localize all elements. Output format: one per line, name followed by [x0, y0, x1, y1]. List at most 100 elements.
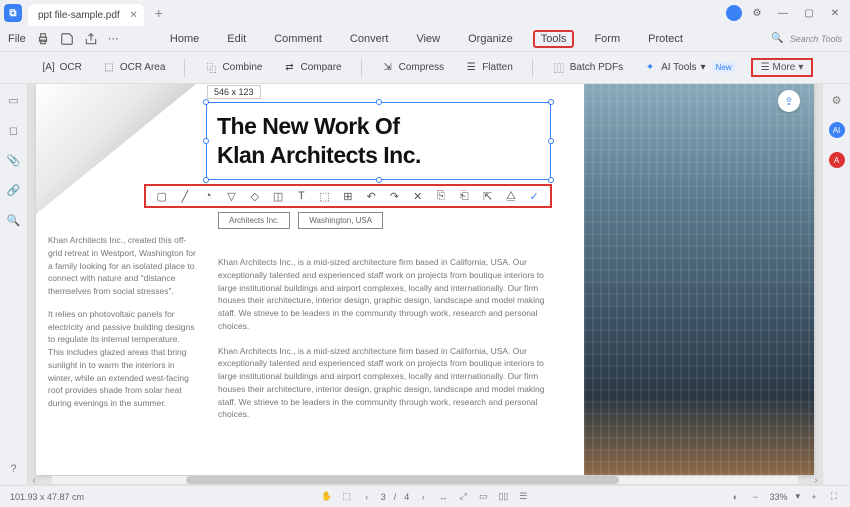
new-tab-button[interactable]: +: [150, 4, 168, 22]
select-tool-icon[interactable]: ⬚: [341, 491, 353, 503]
clip-icon[interactable]: 📎: [6, 152, 22, 168]
two-page-icon[interactable]: ▯▯: [497, 491, 509, 503]
scroll-left-icon[interactable]: ‹: [28, 475, 40, 486]
add-icon[interactable]: ⊞: [341, 189, 355, 203]
body-paragraph: Khan Architects Inc., is a mid-sized arc…: [218, 256, 548, 333]
share-floating-icon[interactable]: ⇪: [778, 90, 800, 112]
resize-handle-e[interactable]: [548, 138, 554, 144]
line-icon[interactable]: ╱: [178, 189, 192, 203]
resize-handle-w[interactable]: [203, 138, 209, 144]
continuous-icon[interactable]: ☰: [517, 491, 529, 503]
compress-button[interactable]: ⇲Compress: [376, 58, 450, 78]
menu-convert[interactable]: Convert: [342, 30, 397, 48]
print-icon[interactable]: [36, 32, 50, 46]
text-icon[interactable]: T: [294, 189, 308, 203]
delete-icon[interactable]: ✕: [411, 189, 425, 203]
selection-edit-toolbar: ▢ ╱ ◔ ▽ ◇ ◫ T ⬚ ⊞ ↶ ↷ ✕ ⎘ ⎗ ⇱ ⧋ ✓: [144, 184, 552, 208]
fullscreen-icon[interactable]: ⛶: [828, 491, 840, 503]
compare-icon: ⇄: [282, 61, 296, 75]
ocr-button[interactable]: [A]OCR: [37, 58, 87, 78]
more-options-icon[interactable]: ⋯: [108, 32, 122, 46]
confirm-icon[interactable]: ✓: [527, 189, 541, 203]
menu-edit[interactable]: Edit: [219, 30, 254, 48]
image-icon[interactable]: ⬚: [318, 189, 332, 203]
resize-handle-s[interactable]: [376, 177, 382, 183]
menu-tools[interactable]: Tools: [533, 30, 575, 48]
page-current[interactable]: 3: [381, 492, 386, 502]
workspace: ▭ ◻ 📎 🔗 🔍 ? ⇪ The New Work Of Klan Archi…: [0, 84, 850, 485]
diamond-icon[interactable]: ◇: [248, 189, 262, 203]
hand-tool-icon[interactable]: ✋: [321, 491, 333, 503]
fit-page-icon[interactable]: ⤢: [457, 491, 469, 503]
pin-icon[interactable]: ⧋: [504, 189, 518, 203]
help-icon[interactable]: ?: [6, 461, 22, 477]
ai-panel-icon[interactable]: AI: [829, 122, 845, 138]
compare-button[interactable]: ⇄Compare: [277, 58, 346, 78]
attachments-icon[interactable]: 🔗: [6, 182, 22, 198]
document-tab[interactable]: ppt file-sample.pdf ✕: [28, 4, 144, 26]
copy-icon[interactable]: ⎘: [434, 189, 448, 203]
search-panel-icon[interactable]: 🔍: [6, 212, 22, 228]
rectangle-icon[interactable]: ▢: [155, 189, 169, 203]
callout-icon[interactable]: ▽: [224, 189, 238, 203]
search-icon[interactable]: 🔍: [771, 33, 783, 44]
chevron-down-icon: ▾: [701, 62, 706, 73]
pdf-page: ⇪ The New Work Of Klan Architects Inc. ▢…: [36, 84, 814, 475]
ai-chat-icon[interactable]: A: [829, 152, 845, 168]
chevron-down-icon[interactable]: ▾: [795, 491, 800, 502]
settings-icon[interactable]: ⚙: [746, 2, 768, 24]
combine-button[interactable]: ⿻Combine: [199, 58, 267, 78]
single-page-icon[interactable]: ▭: [477, 491, 489, 503]
resize-handle-n[interactable]: [376, 99, 382, 105]
bookmarks-icon[interactable]: ◻: [6, 122, 22, 138]
minimize-button[interactable]: —: [772, 2, 794, 24]
horizontal-scrollbar[interactable]: ‹ ›: [28, 475, 822, 485]
close-icon[interactable]: ✕: [129, 10, 137, 21]
user-avatar-icon[interactable]: [726, 5, 742, 21]
zoom-level[interactable]: 33%: [769, 492, 787, 502]
maximize-button[interactable]: ▢: [798, 2, 820, 24]
tab-title: ppt file-sample.pdf: [38, 10, 120, 21]
menu-protect[interactable]: Protect: [640, 30, 691, 48]
selected-text-box[interactable]: The New Work Of Klan Architects Inc.: [206, 102, 551, 180]
heading-line1: The New Work Of: [217, 112, 540, 141]
ocr-area-button[interactable]: ⬚OCR Area: [97, 58, 171, 78]
export-icon[interactable]: ⇱: [481, 189, 495, 203]
flatten-button[interactable]: ☰Flatten: [459, 58, 518, 78]
zoom-in-icon[interactable]: +: [808, 491, 820, 503]
scroll-right-icon[interactable]: ›: [810, 475, 822, 486]
scroll-track[interactable]: [52, 476, 798, 484]
menu-organize[interactable]: Organize: [460, 30, 521, 48]
batch-pdfs-button[interactable]: ⿲Batch PDFs: [547, 58, 628, 78]
scroll-thumb[interactable]: [186, 476, 619, 484]
cursor-coords: 101.93 x 47.87 cm: [10, 492, 84, 502]
document-canvas[interactable]: ⇪ The New Work Of Klan Architects Inc. ▢…: [28, 84, 822, 485]
redo-icon[interactable]: ↷: [387, 189, 401, 203]
read-mode-icon[interactable]: ◐: [729, 491, 741, 503]
menu-form[interactable]: Form: [586, 30, 628, 48]
resize-handle-se[interactable]: [548, 177, 554, 183]
save-icon[interactable]: [60, 32, 74, 46]
menu-home[interactable]: Home: [162, 30, 207, 48]
paste-icon[interactable]: ⎗: [457, 189, 471, 203]
properties-icon[interactable]: ⚙: [829, 92, 845, 108]
menu-view[interactable]: View: [408, 30, 448, 48]
resize-handle-ne[interactable]: [548, 99, 554, 105]
resize-handle-nw[interactable]: [203, 99, 209, 105]
close-window-button[interactable]: ✕: [824, 2, 846, 24]
thumbnails-icon[interactable]: ▭: [6, 92, 22, 108]
share-icon[interactable]: [84, 32, 98, 46]
ai-tools-button[interactable]: ✦AI Tools▾New: [638, 58, 740, 78]
layers-icon[interactable]: ◫: [271, 189, 285, 203]
undo-icon[interactable]: ↶: [364, 189, 378, 203]
next-page-icon[interactable]: ›: [417, 491, 429, 503]
zoom-out-icon[interactable]: −: [749, 491, 761, 503]
more-button[interactable]: ☰More▾: [751, 58, 814, 77]
resize-handle-sw[interactable]: [203, 177, 209, 183]
fit-width-icon[interactable]: ↔: [437, 491, 449, 503]
prev-page-icon[interactable]: ‹: [361, 491, 373, 503]
eraser-icon[interactable]: ◔: [201, 189, 215, 203]
menu-comment[interactable]: Comment: [266, 30, 330, 48]
search-tools-input[interactable]: Search Tools: [790, 34, 842, 44]
file-menu[interactable]: File: [8, 33, 26, 45]
